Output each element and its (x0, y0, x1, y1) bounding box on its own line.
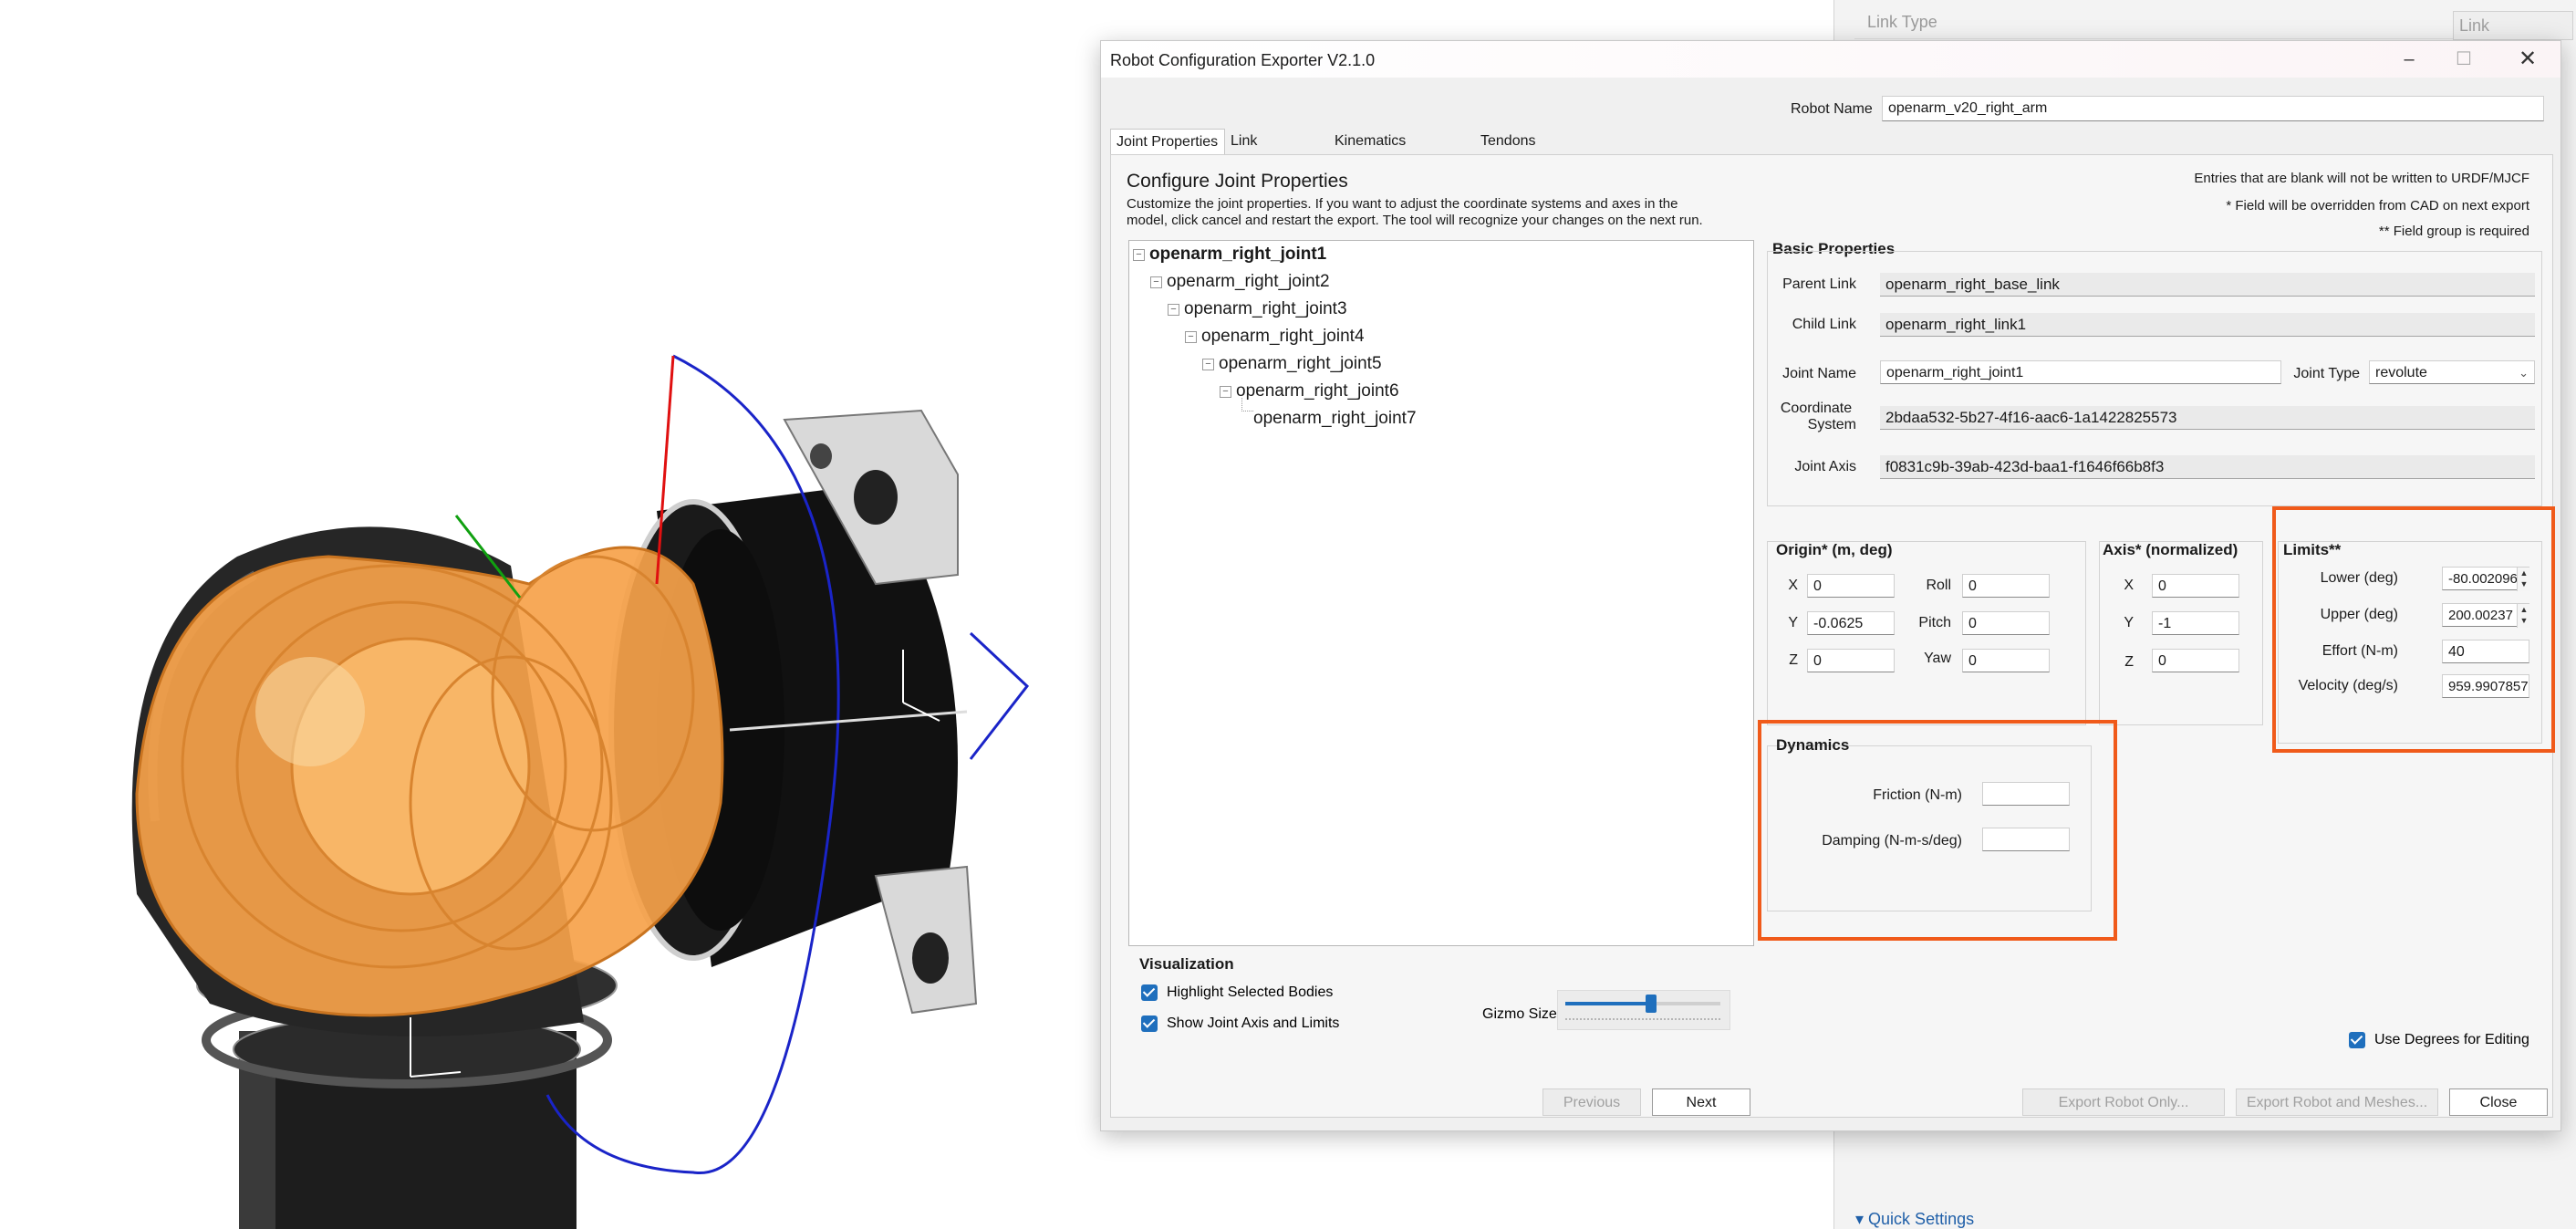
close-button[interactable]: Close (2449, 1088, 2548, 1116)
joint-axis-value: f0831c9b-39ab-423d-baa1-f1646f66b8f3 (1880, 455, 2535, 479)
joint-type-select[interactable]: revolute ⌄ (2369, 360, 2535, 384)
robot-name-input[interactable]: openarm_v20_right_arm (1882, 96, 2544, 121)
slider-ticks (1565, 1018, 1720, 1020)
maximize-icon[interactable]: ☐ (2436, 45, 2491, 74)
tree-connector (1241, 398, 1253, 411)
slider-thumb[interactable] (1645, 995, 1657, 1013)
dialog-titlebar: Robot Configuration Exporter V2.1.0 – ☐ … (1101, 41, 2560, 78)
tab-bar: Joint Properties Link Properties Kinemat… (1110, 129, 1657, 174)
tree-item-joint6[interactable]: openarm_right_joint6 (1236, 381, 1399, 401)
description-line-2: model, click cancel and restart the expo… (1127, 213, 1703, 228)
page-title: Configure Joint Properties (1127, 171, 1348, 192)
collapse-icon[interactable]: − (1220, 386, 1231, 398)
quick-settings-label: Quick Settings (1868, 1210, 1975, 1228)
limits-callout (2272, 506, 2555, 753)
link-type-row: Link Type Link (1854, 7, 2573, 40)
axis-y-label: Y (2124, 615, 2134, 630)
tree-item-joint3[interactable]: openarm_right_joint3 (1184, 299, 1347, 319)
child-link-label: Child Link (1792, 317, 1856, 332)
robot-name-label: Robot Name (1791, 101, 1873, 117)
next-button[interactable]: Next (1652, 1088, 1750, 1116)
origin-pitch-label: Pitch (1918, 615, 1951, 630)
description-line-1: Customize the joint properties. If you w… (1127, 196, 1678, 212)
quick-settings-header[interactable]: ▾ Quick Settings (1855, 1210, 1974, 1229)
tree-item-joint1[interactable]: openarm_right_joint1 (1149, 245, 1326, 265)
visualization-title: Visualization (1139, 955, 1234, 973)
origin-yaw-label: Yaw (1924, 651, 1951, 666)
axis-z-input[interactable]: 0 (2152, 649, 2239, 672)
use-degrees-label: Use Degrees for Editing (2374, 1032, 2529, 1047)
use-degrees-checkbox[interactable] (2349, 1032, 2365, 1048)
dynamics-callout (1758, 720, 2117, 941)
joint-tree[interactable]: − openarm_right_joint1 − openarm_right_j… (1128, 240, 1754, 946)
highlight-label: Highlight Selected Bodies (1167, 984, 1334, 1000)
joint-name-label: Joint Name (1782, 366, 1856, 381)
dialog-title: Robot Configuration Exporter V2.1.0 (1110, 51, 1376, 69)
cad-viewport[interactable] (0, 0, 1100, 1229)
collapse-icon[interactable]: − (1202, 359, 1214, 370)
origin-y-label: Y (1788, 615, 1798, 630)
gizmo-size-label: Gizmo Size (1482, 1006, 1557, 1022)
origin-y-input[interactable]: -0.0625 (1807, 611, 1895, 635)
axis-y-input[interactable]: -1 (2152, 611, 2239, 635)
collapse-icon[interactable]: − (1150, 276, 1162, 288)
gizmo-size-slider[interactable] (1557, 990, 1730, 1030)
origin-roll-input[interactable]: 0 (1962, 574, 2050, 598)
origin-z-label: Z (1789, 652, 1798, 668)
axis-x-label: X (2124, 578, 2134, 593)
joint-type-label: Joint Type (2293, 366, 2360, 381)
joint-name-input[interactable]: openarm_right_joint1 (1880, 360, 2281, 384)
export-robot-meshes-button[interactable]: Export Robot and Meshes... (2236, 1088, 2438, 1116)
tree-item-joint4[interactable]: openarm_right_joint4 (1201, 327, 1365, 347)
previous-button[interactable]: Previous (1542, 1088, 1641, 1116)
origin-z-input[interactable]: 0 (1807, 649, 1895, 672)
note-blank-entries: Entries that are blank will not be writt… (2194, 171, 2529, 186)
axis-title: Axis* (normalized) (2103, 541, 2238, 558)
exporter-dialog: Robot Configuration Exporter V2.1.0 – ☐ … (1100, 40, 2561, 1131)
axis-z-label: Z (2124, 654, 2134, 670)
coordinate-system-label-1: Coordinate (1780, 401, 1853, 416)
show-axis-label: Show Joint Axis and Limits (1167, 1015, 1340, 1031)
origin-yaw-input[interactable]: 0 (1962, 649, 2050, 672)
note-required: ** Field group is required (2378, 224, 2529, 239)
chevron-down-icon: ▾ (1855, 1210, 1869, 1228)
minimize-icon[interactable]: – (2382, 45, 2436, 74)
tree-item-joint2[interactable]: openarm_right_joint2 (1167, 272, 1330, 292)
tab-kinematics-summary[interactable]: Kinematics Summary (1329, 129, 1475, 174)
parent-link-value: openarm_right_base_link (1880, 273, 2535, 297)
axis-x-input[interactable]: 0 (2152, 574, 2239, 598)
child-link-value: openarm_right_link1 (1880, 313, 2535, 337)
link-type-select[interactable]: Link (2453, 11, 2573, 40)
tab-joint-properties[interactable]: Joint Properties (1110, 129, 1225, 154)
collapse-icon[interactable]: − (1133, 249, 1145, 261)
highlight-checkbox[interactable] (1141, 984, 1158, 1001)
tree-item-joint5[interactable]: openarm_right_joint5 (1219, 354, 1382, 374)
chevron-down-icon: ⌄ (2519, 366, 2529, 380)
selected-body-highlight (135, 546, 724, 1017)
export-robot-only-button[interactable]: Export Robot Only... (2022, 1088, 2225, 1116)
coordinate-system-value: 2bdaa532-5b27-4f16-aac6-1a1422825573 (1880, 406, 2535, 430)
parent-link-label: Parent Link (1782, 276, 1856, 292)
collapse-icon[interactable]: − (1168, 304, 1179, 316)
show-axis-checkbox[interactable] (1141, 1015, 1158, 1032)
tree-item-joint7[interactable]: openarm_right_joint7 (1253, 409, 1417, 429)
note-overridden: * Field will be overridden from CAD on n… (2226, 198, 2529, 214)
visualization-group: Visualization Highlight Selected Bodies … (1128, 955, 1752, 1090)
tab-link-properties[interactable]: Link Properties (1225, 129, 1329, 174)
collapse-icon[interactable]: − (1185, 331, 1197, 343)
tab-tendons-summary[interactable]: Tendons Summary (1475, 129, 1603, 174)
origin-x-input[interactable]: 0 (1807, 574, 1895, 598)
joint-type-value: revolute (2375, 365, 2427, 380)
coordinate-system-label-2: System (1807, 417, 1856, 432)
link-type-label: Link Type (1867, 13, 1937, 31)
origin-pitch-input[interactable]: 0 (1962, 611, 2050, 635)
origin-title: Origin* (m, deg) (1776, 541, 1893, 558)
joint-axis-label: Joint Axis (1794, 459, 1856, 474)
origin-roll-label: Roll (1926, 578, 1951, 593)
slider-fill (1565, 1002, 1651, 1005)
origin-x-label: X (1788, 578, 1798, 593)
close-icon[interactable]: ✕ (2500, 45, 2555, 74)
